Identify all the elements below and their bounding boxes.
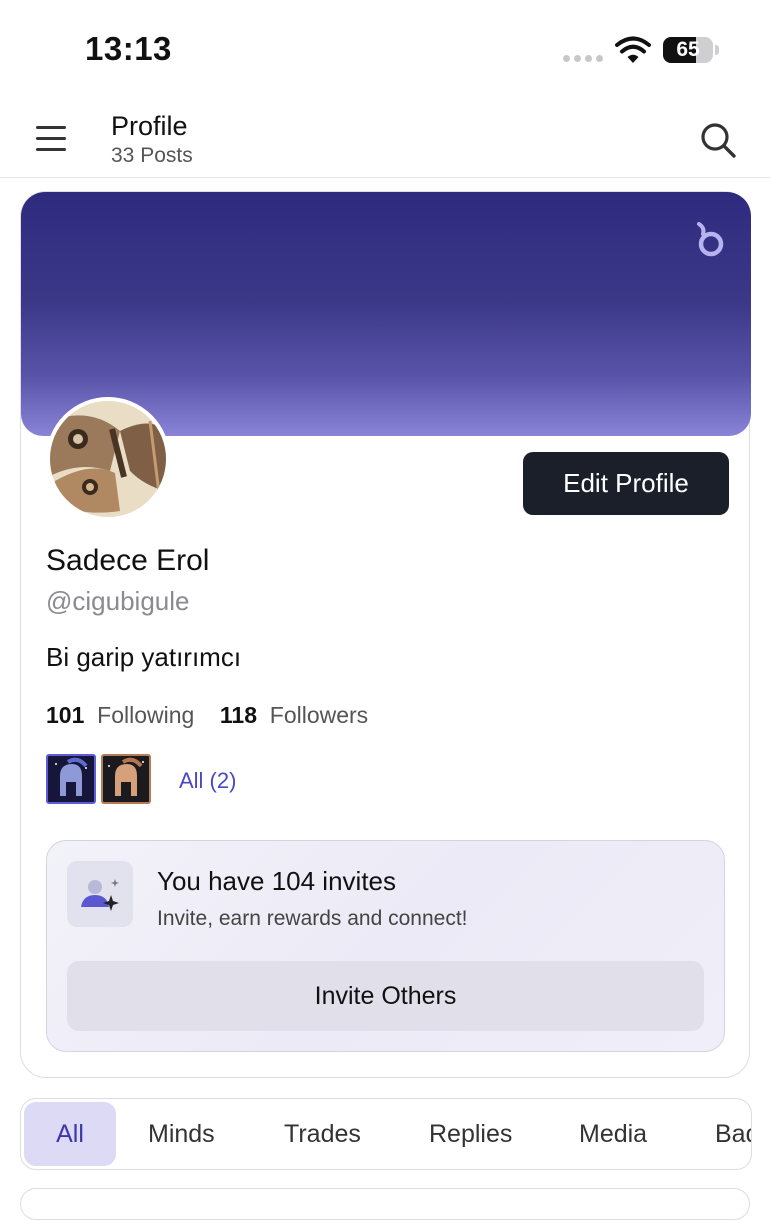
spartan-helmet-badge-blue[interactable]: [46, 754, 96, 804]
tab-media[interactable]: Media: [579, 1102, 647, 1166]
tab-minds[interactable]: Minds: [148, 1102, 215, 1166]
badge-list: [46, 754, 151, 804]
app-header: Profile 33 Posts: [0, 100, 770, 178]
invite-panel: You have 104 invites Invite, earn reward…: [46, 840, 725, 1052]
feed-card-partial: [20, 1188, 750, 1220]
following-count: 101: [46, 702, 85, 728]
spartan-helmet-icon: [108, 757, 144, 796]
spartan-helmet-icon: [55, 757, 88, 796]
battery-percent: 65: [676, 38, 700, 61]
invite-subtitle: Invite, earn rewards and connect!: [157, 907, 468, 930]
tab-replies[interactable]: Replies: [429, 1102, 512, 1166]
following-label: Following: [97, 702, 195, 728]
cellular-signal-icon: [563, 55, 603, 62]
tab-all[interactable]: All: [24, 1102, 116, 1166]
profile-tabs: All Minds Trades Replies Media Badges: [20, 1098, 752, 1170]
invite-title: You have 104 invites: [157, 866, 397, 896]
follow-stats: 101 Following 118 Followers: [46, 702, 368, 729]
tab-trades[interactable]: Trades: [284, 1102, 361, 1166]
user-bio: Bi garip yatırımcı: [46, 642, 242, 672]
search-icon[interactable]: [698, 120, 738, 160]
status-time: 13:13: [85, 30, 172, 67]
battery-icon: 65: [663, 37, 713, 63]
avatar-moth-image: [50, 401, 166, 517]
wifi-icon: [615, 36, 651, 63]
tab-badges[interactable]: Badges: [715, 1102, 751, 1166]
following-link[interactable]: 101 Following: [46, 702, 194, 728]
status-bar: 13:13 65: [0, 0, 770, 100]
display-name: Sadece Erol: [46, 544, 210, 577]
page-title: Profile: [111, 111, 188, 141]
menu-icon[interactable]: [30, 122, 72, 156]
profile-banner[interactable]: [21, 192, 751, 436]
post-count: 33 Posts: [111, 144, 193, 167]
badges-all-link[interactable]: All (2): [179, 768, 236, 794]
invite-user-sparkle-icon: [67, 861, 133, 927]
profile-card: Edit Profile Sadece Erol @cigubigule Bi …: [20, 191, 751, 1078]
invite-others-button[interactable]: Invite Others: [67, 961, 704, 1031]
spartan-helmet-badge-bronze[interactable]: [101, 754, 151, 804]
followers-count: 118: [219, 702, 257, 728]
avatar[interactable]: [46, 397, 170, 521]
followers-link[interactable]: 118 Followers: [220, 702, 368, 728]
edit-profile-button[interactable]: Edit Profile: [523, 452, 729, 515]
brand-logo-icon: [697, 222, 724, 257]
battery-tip: [715, 45, 719, 55]
followers-label: Followers: [269, 702, 369, 728]
user-handle: @cigubigule: [46, 586, 190, 616]
